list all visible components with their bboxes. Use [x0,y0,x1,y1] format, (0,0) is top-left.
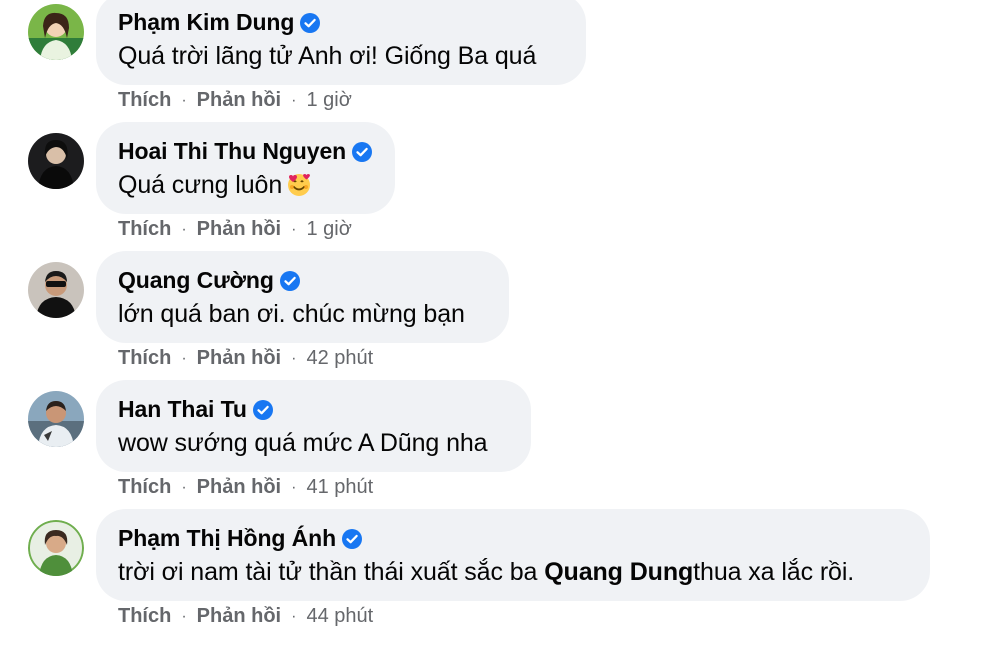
comment-timestamp[interactable]: 1 giờ [306,89,351,112]
comment-bubble: Quang Cường lớn quá ban ơi. chúc mừng bạ… [96,251,509,343]
comment-bubble: Han Thai Tu wow sướng quá mức A Dũng nha [96,380,531,472]
verified-badge-icon [279,270,300,291]
reply-button[interactable]: Phản hồi [197,476,281,499]
comment-text: wow sướng quá mức A Dũng nha [118,429,488,457]
comment-author[interactable]: Quang Cường [118,267,274,294]
separator-dot: · [291,349,297,367]
comment-text: lớn quá ban ơi. chúc mừng bạn [118,300,465,328]
comment-actions: Thích · Phản hồi · 1 giờ [118,89,352,112]
comment-item: Phạm Kim Dung Quá trời lãng tử Anh ơi! G… [0,0,1000,129]
mention-link[interactable]: Quang Dung [544,558,693,586]
comment-author[interactable]: Phạm Thị Hồng Ánh [118,525,336,552]
verified-badge-icon [342,528,363,549]
like-button[interactable]: Thích [118,476,171,499]
comment-actions: Thích · Phản hồi · 1 giờ [118,218,352,241]
comment-bubble: Phạm Thị Hồng Ánh trời ơi nam tài tử thầ… [96,509,930,601]
separator-dot: · [291,91,297,109]
comment-timestamp[interactable]: 42 phút [306,347,373,370]
comment-actions: Thích · Phản hồi · 42 phút [118,347,373,370]
comment-author[interactable]: Phạm Kim Dung [118,9,294,36]
comment-actions: Thích · Phản hồi · 44 phút [118,605,373,628]
verified-badge-icon [352,141,373,162]
separator-dot: · [181,91,187,109]
separator-dot: · [291,478,297,496]
avatar[interactable] [28,262,84,318]
separator-dot: · [181,220,187,238]
comment-text: Quá trời lãng tử Anh ơi! Giống Ba quá [118,42,537,70]
avatar[interactable] [28,391,84,447]
smiling-face-with-hearts-icon [286,171,312,197]
verified-badge-icon [252,399,273,420]
comment-timestamp[interactable]: 44 phút [306,605,373,628]
comment-text: Quá cưng luôn [118,171,312,200]
comment-text-before: trời ơi nam tài tử thần thái xuất sắc ba [118,558,545,586]
comment-text-body: Quá cưng luôn [118,171,283,199]
comment-text: trời ơi nam tài tử thần thái xuất sắc ba… [118,558,854,587]
verified-badge-icon [300,12,321,33]
avatar[interactable] [28,4,84,60]
comment-actions: Thích · Phản hồi · 41 phút [118,476,373,499]
comment-bubble: Phạm Kim Dung Quá trời lãng tử Anh ơi! G… [96,0,586,85]
comment-timestamp[interactable]: 1 giờ [306,218,351,241]
comment-item: Han Thai Tu wow sướng quá mức A Dũng nha… [0,380,1000,516]
avatar[interactable] [28,520,84,576]
comment-author[interactable]: Han Thai Tu [118,396,247,423]
like-button[interactable]: Thích [118,605,171,628]
comment-author[interactable]: Hoai Thi Thu Nguyen [118,138,346,165]
like-button[interactable]: Thích [118,218,171,241]
comment-timestamp[interactable]: 41 phút [306,476,373,499]
reply-button[interactable]: Phản hồi [197,347,281,370]
avatar[interactable] [28,133,84,189]
comment-item: Hoai Thi Thu Nguyen Quá cưng luôn Thích … [0,122,1000,258]
comment-bubble: Hoai Thi Thu Nguyen Quá cưng luôn [96,122,395,214]
reply-button[interactable]: Phản hồi [197,89,281,112]
separator-dot: · [291,607,297,625]
comment-item: Quang Cường lớn quá ban ơi. chúc mừng bạ… [0,251,1000,387]
separator-dot: · [181,478,187,496]
separator-dot: · [291,220,297,238]
like-button[interactable]: Thích [118,347,171,370]
reply-button[interactable]: Phản hồi [197,605,281,628]
comment-item: Phạm Thị Hồng Ánh trời ơi nam tài tử thầ… [0,509,1000,645]
separator-dot: · [181,349,187,367]
separator-dot: · [181,607,187,625]
comment-text-after: thua xa lắc rồi. [693,558,855,586]
reply-button[interactable]: Phản hồi [197,218,281,241]
like-button[interactable]: Thích [118,89,171,112]
